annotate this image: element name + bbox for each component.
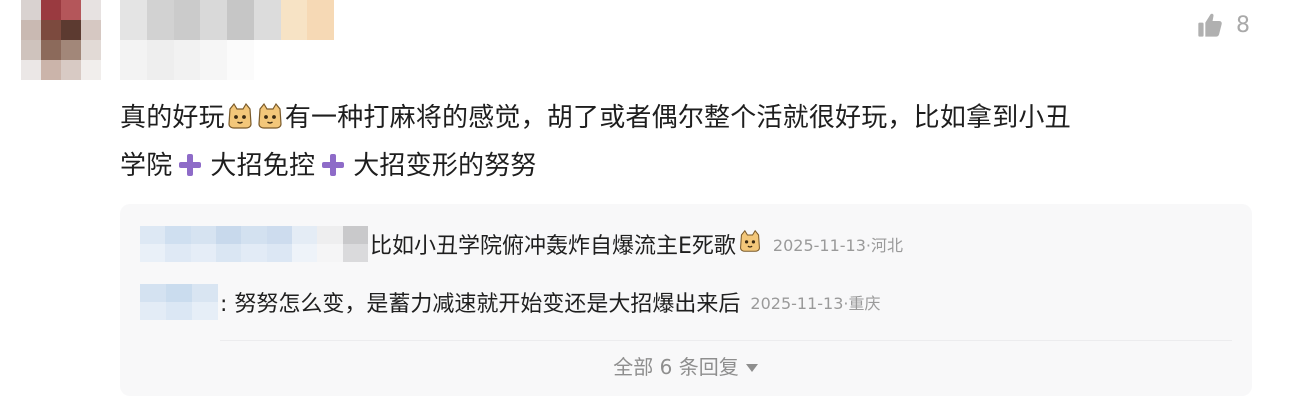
like-count: 8: [1236, 12, 1250, 38]
show-all-replies-button[interactable]: 全部 6 条回复: [120, 350, 1252, 384]
reply-username-blurred[interactable]: [140, 226, 368, 262]
caret-down-icon: [739, 355, 759, 379]
reply-meta: 2025-11-13·重庆: [750, 294, 881, 313]
replies-panel: 比如小丑学院俯冲轰炸自爆流主E死歌 2025-11-13·河北 : 努努怎么变，…: [120, 204, 1252, 396]
cat-emoji: [256, 100, 284, 144]
replies-divider: [220, 340, 1232, 341]
thumbs-up-icon: [1196, 11, 1224, 39]
reply-text: : 努努怎么变，是蓄力减速就开始变还是大招爆出来后: [220, 292, 741, 317]
reply-text: 比如小丑学院俯冲轰炸自爆流主E死歌: [370, 234, 736, 259]
username-blurred[interactable]: [120, 0, 334, 80]
comment-text-part: 大招免控: [210, 151, 316, 181]
cat-emoji: [226, 100, 254, 144]
cat-emoji: [738, 229, 762, 259]
reply-meta: 2025-11-13·河北: [772, 236, 903, 255]
avatar[interactable]: [21, 0, 101, 80]
reply-item[interactable]: : 努努怎么变，是蓄力减速就开始变还是大招爆出来后 2025-11-13·重庆: [140, 282, 881, 322]
comment-text-part: 学院: [120, 151, 173, 181]
comment-text: 真的好玩 有一种打麻将的感觉，胡了或者偶尔整个活就很好玩，比如拿到小丑 学院 大…: [120, 96, 1260, 193]
purple-plus-emoji: [319, 149, 347, 193]
purple-plus-emoji: [176, 149, 204, 193]
comment-text-part: 大招变形的努努: [353, 151, 537, 181]
show-all-replies-label: 全部 6 条回复: [613, 355, 739, 379]
reply-username-blurred[interactable]: [140, 284, 218, 320]
reply-item[interactable]: 比如小丑学院俯冲轰炸自爆流主E死歌 2025-11-13·河北: [140, 224, 903, 264]
comment-text-part: 有一种打麻将的感觉，胡了或者偶尔整个活就很好玩，比如拿到小丑: [284, 103, 1071, 133]
comment-text-part: 真的好玩: [120, 103, 225, 133]
like-button[interactable]: 8: [1196, 8, 1250, 42]
